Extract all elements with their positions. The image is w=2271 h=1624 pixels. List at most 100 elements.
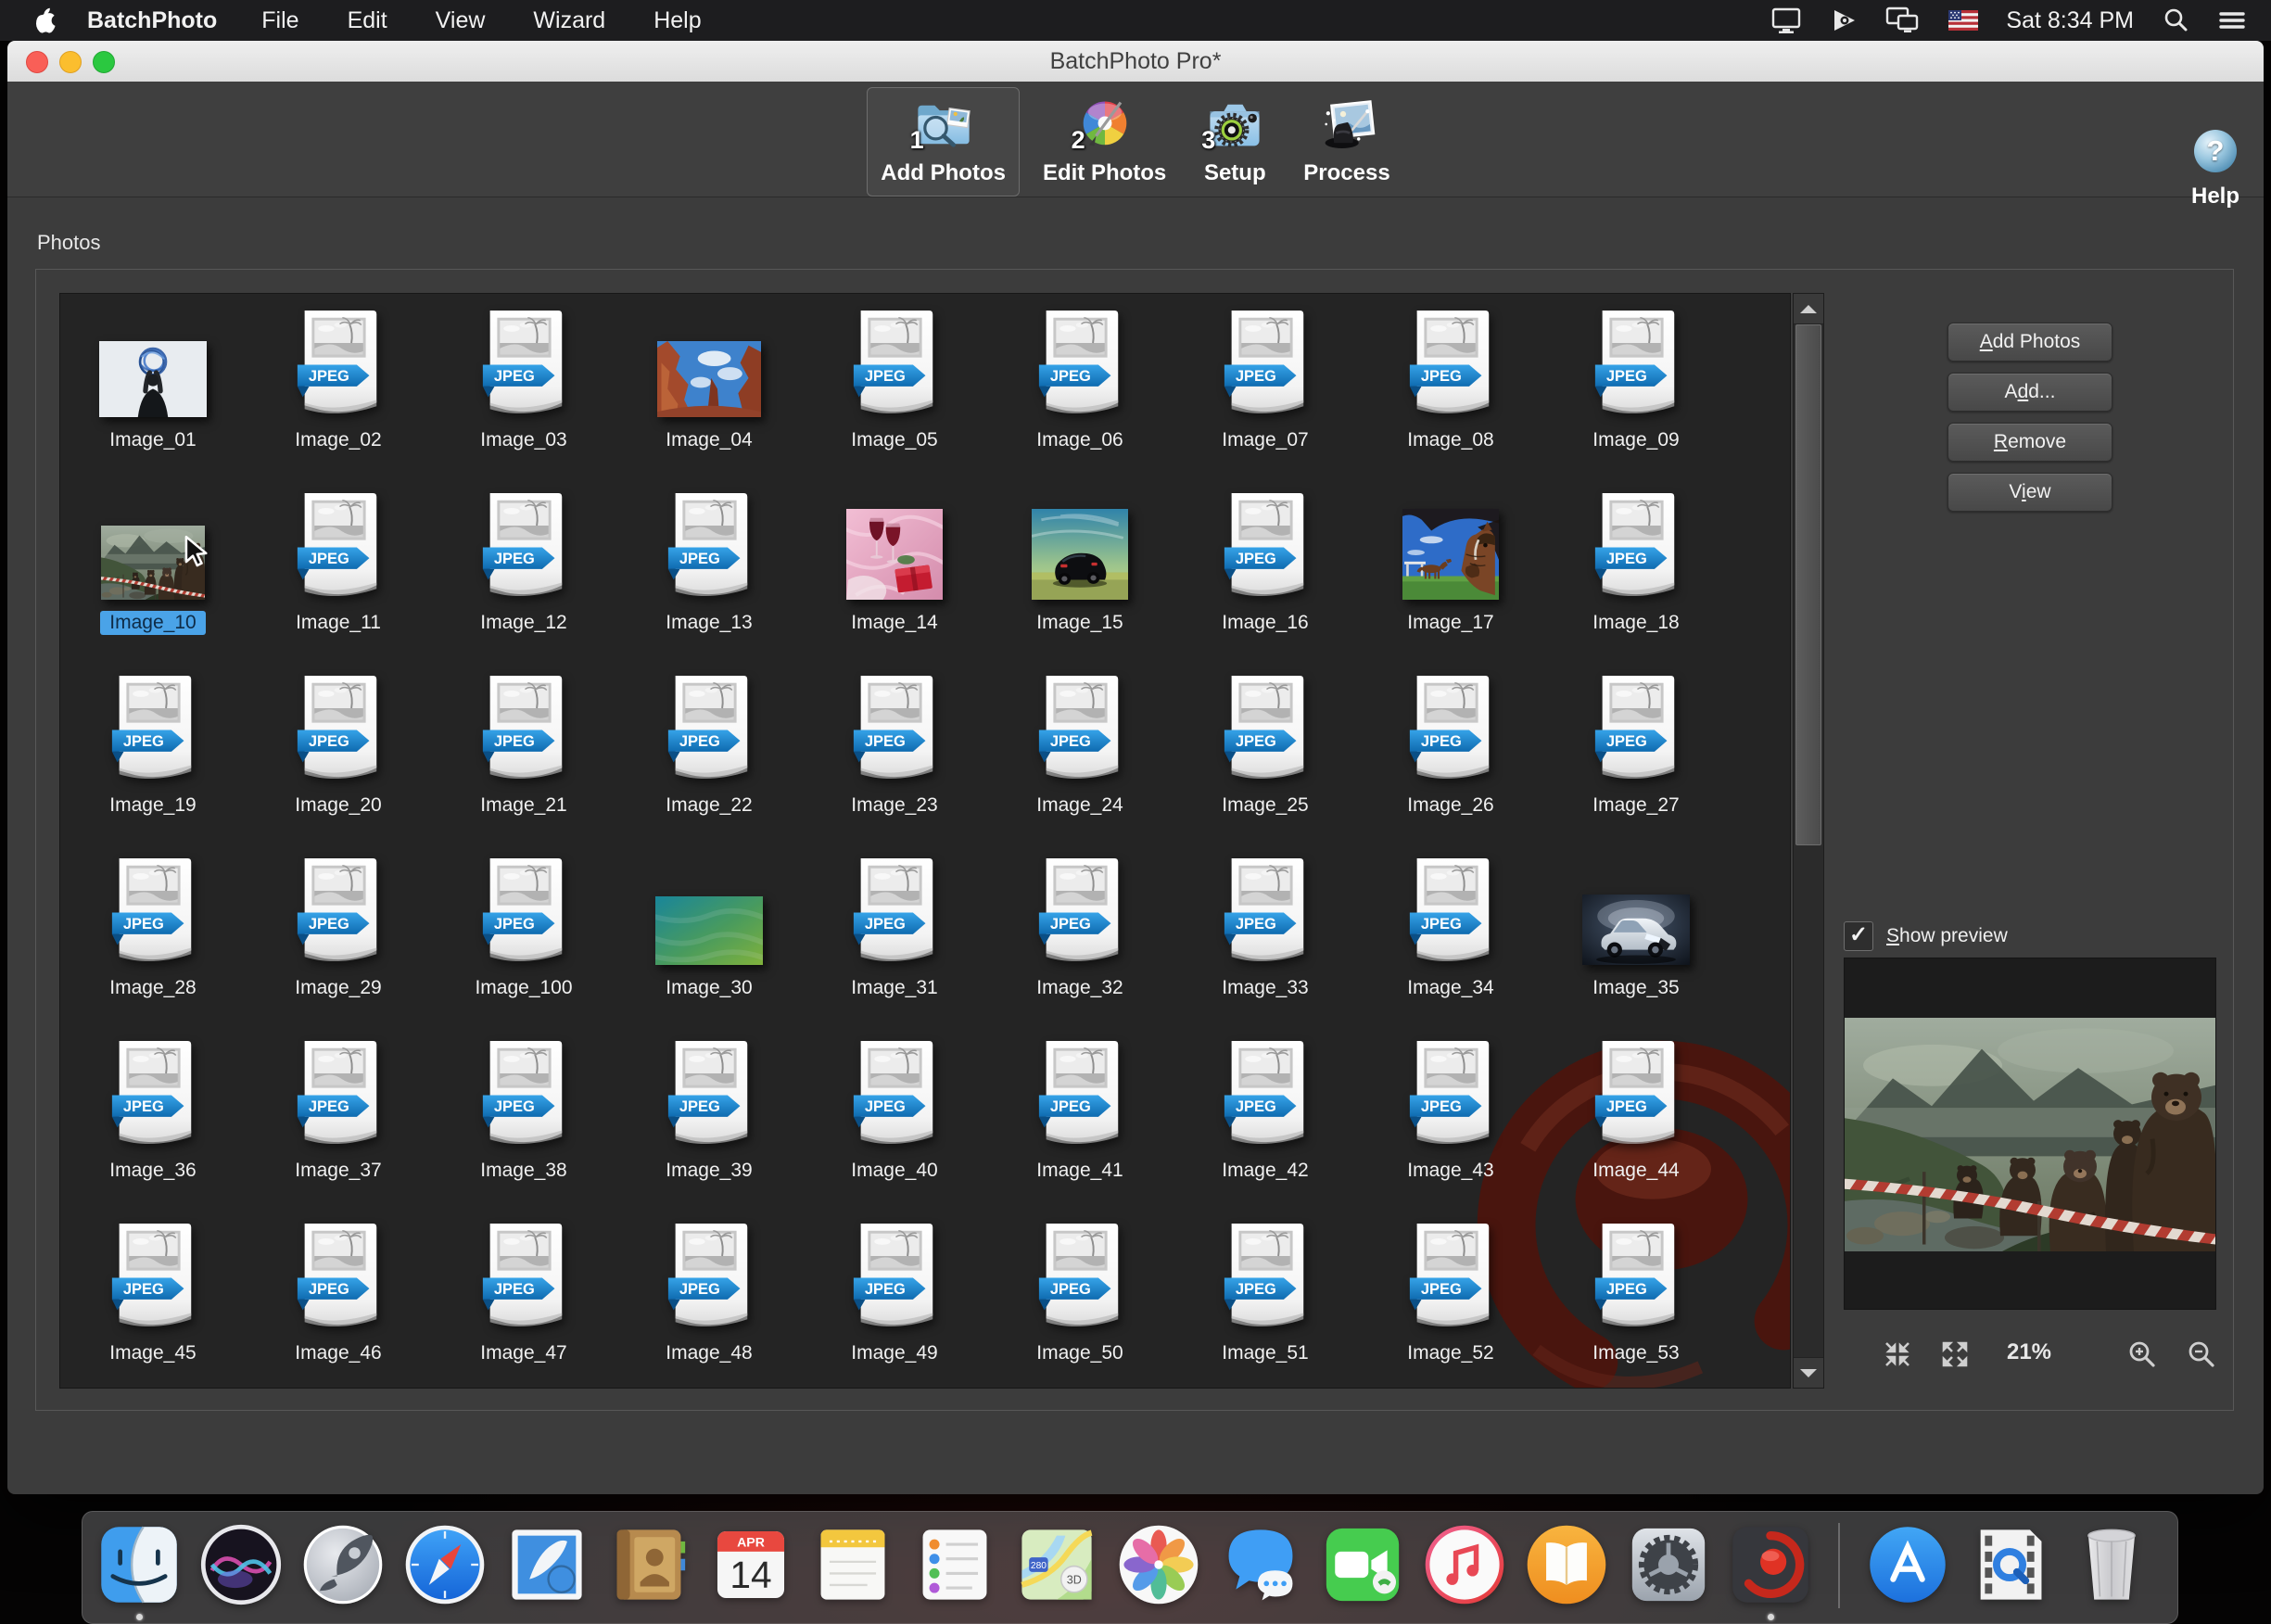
- photo-item-image-100[interactable]: Image_100: [431, 842, 616, 1024]
- photo-item-image-06[interactable]: Image_06: [987, 294, 1173, 476]
- photo-item-image-37[interactable]: Image_37: [246, 1024, 431, 1207]
- photo-item-image-38[interactable]: Image_38: [431, 1024, 616, 1207]
- dock-item-photos-icon[interactable]: [1115, 1521, 1202, 1608]
- dock-item-siri-icon[interactable]: [197, 1521, 285, 1608]
- menu-file[interactable]: File: [261, 7, 298, 34]
- photo-item-image-30[interactable]: Image_30: [616, 842, 802, 1024]
- grid-scrollbar[interactable]: [1793, 293, 1824, 1389]
- dock-item-facetime-icon[interactable]: [1319, 1521, 1406, 1608]
- dock-item-contacts-icon[interactable]: [605, 1521, 692, 1608]
- photo-item-image-16[interactable]: Image_16: [1173, 476, 1358, 659]
- photo-item-image-18[interactable]: Image_18: [1543, 476, 1729, 659]
- toolbar-help[interactable]: ? Help: [2191, 130, 2239, 209]
- menu-wizard[interactable]: Wizard: [533, 7, 605, 34]
- zoom-out-icon[interactable]: [2187, 1339, 2216, 1369]
- photo-item-image-49[interactable]: Image_49: [802, 1207, 987, 1389]
- photo-item-image-07[interactable]: Image_07: [1173, 294, 1358, 476]
- scrollbar-thumb[interactable]: [1795, 324, 1821, 845]
- photo-item-image-53[interactable]: Image_53: [1543, 1207, 1729, 1389]
- photo-item-image-19[interactable]: Image_19: [60, 659, 246, 842]
- photo-item-image-04[interactable]: Image_04: [616, 294, 802, 476]
- photo-item-image-33[interactable]: Image_33: [1173, 842, 1358, 1024]
- photo-item-image-15[interactable]: Image_15: [987, 476, 1173, 659]
- photo-item-image-48[interactable]: Image_48: [616, 1207, 802, 1389]
- photo-item-image-34[interactable]: Image_34: [1358, 842, 1543, 1024]
- photo-item-image-47[interactable]: Image_47: [431, 1207, 616, 1389]
- photo-item-image-50[interactable]: Image_50: [987, 1207, 1173, 1389]
- toolbar-item-setup[interactable]: 3 Setup: [1189, 87, 1280, 197]
- spotlight-icon[interactable]: [2162, 6, 2189, 34]
- photo-item-image-36[interactable]: Image_36: [60, 1024, 246, 1207]
- photo-item-image-20[interactable]: Image_20: [246, 659, 431, 842]
- photo-item-image-43[interactable]: Image_43: [1358, 1024, 1543, 1207]
- toolbar-item-process[interactable]: Process: [1289, 87, 1403, 197]
- minimize-button[interactable]: [59, 51, 82, 73]
- photo-item-image-29[interactable]: Image_29: [246, 842, 431, 1024]
- displays-icon[interactable]: [1885, 6, 1921, 34]
- photo-item-image-28[interactable]: Image_28: [60, 842, 246, 1024]
- photo-item-image-09[interactable]: Image_09: [1543, 294, 1729, 476]
- photo-item-image-52[interactable]: Image_52: [1358, 1207, 1543, 1389]
- dock-item-safari-icon[interactable]: [401, 1521, 488, 1608]
- apple-menu-icon[interactable]: [32, 6, 56, 34]
- photo-item-image-24[interactable]: Image_24: [987, 659, 1173, 842]
- zoom-fit-icon[interactable]: [1883, 1339, 1912, 1369]
- photo-item-image-42[interactable]: Image_42: [1173, 1024, 1358, 1207]
- photo-item-image-17[interactable]: Image_17: [1358, 476, 1543, 659]
- photo-item-image-39[interactable]: Image_39: [616, 1024, 802, 1207]
- photo-item-image-51[interactable]: Image_51: [1173, 1207, 1358, 1389]
- dock-item-messages-icon[interactable]: [1217, 1521, 1304, 1608]
- menu-edit[interactable]: Edit: [348, 7, 387, 34]
- dock-item-finder-icon[interactable]: [95, 1521, 183, 1608]
- dock-item-system-preferences-icon[interactable]: [1625, 1521, 1712, 1608]
- photo-item-image-46[interactable]: Image_46: [246, 1207, 431, 1389]
- menu-help[interactable]: Help: [653, 7, 701, 34]
- zoom-expand-icon[interactable]: [1940, 1339, 1970, 1369]
- photo-item-image-31[interactable]: Image_31: [802, 842, 987, 1024]
- menu-app-name[interactable]: BatchPhoto: [87, 7, 217, 34]
- menu-clock[interactable]: Sat 8:34 PM: [2006, 7, 2134, 34]
- photo-item-image-32[interactable]: Image_32: [987, 842, 1173, 1024]
- add-button[interactable]: Add...: [1947, 373, 2112, 412]
- photo-item-image-05[interactable]: Image_05: [802, 294, 987, 476]
- dock-item-batchphoto-icon[interactable]: [1727, 1521, 1814, 1608]
- show-preview-control[interactable]: ✓ Show preview: [1844, 921, 2008, 951]
- dock-item-calendar-icon[interactable]: APR14: [707, 1521, 794, 1608]
- photo-item-image-35[interactable]: Image_35: [1543, 842, 1729, 1024]
- dock-item-ibooks-icon[interactable]: [1523, 1521, 1610, 1608]
- photo-item-image-45[interactable]: Image_45: [60, 1207, 246, 1389]
- dock-item-trash-icon[interactable]: [2068, 1521, 2155, 1608]
- screen-record-icon[interactable]: [1830, 6, 1858, 34]
- dock-item-quicktime-icon[interactable]: [1966, 1521, 2053, 1608]
- close-button[interactable]: [26, 51, 48, 73]
- dock-item-app-store-icon[interactable]: [1864, 1521, 1951, 1608]
- photo-item-image-08[interactable]: Image_08: [1358, 294, 1543, 476]
- dock-item-maps-icon[interactable]: 2803D: [1013, 1521, 1100, 1608]
- photo-item-image-03[interactable]: Image_03: [431, 294, 616, 476]
- remove-button[interactable]: Remove: [1947, 423, 2112, 462]
- scroll-up-button[interactable]: [1794, 294, 1823, 324]
- photo-item-image-01[interactable]: Image_01: [60, 294, 246, 476]
- photo-item-image-21[interactable]: Image_21: [431, 659, 616, 842]
- zoom-button[interactable]: [93, 51, 115, 73]
- photo-item-image-25[interactable]: Image_25: [1173, 659, 1358, 842]
- photo-item-image-22[interactable]: Image_22: [616, 659, 802, 842]
- toolbar-item-add-photos[interactable]: 1 Add Photos: [867, 87, 1020, 197]
- dock-item-launchpad-icon[interactable]: [299, 1521, 387, 1608]
- photo-item-image-41[interactable]: Image_41: [987, 1024, 1173, 1207]
- photo-item-image-02[interactable]: Image_02: [246, 294, 431, 476]
- photo-item-image-23[interactable]: Image_23: [802, 659, 987, 842]
- menu-view[interactable]: View: [436, 7, 486, 34]
- toolbar-item-edit-photos[interactable]: 2 Edit Photos: [1029, 87, 1180, 197]
- title-bar[interactable]: BatchPhoto Pro*: [7, 41, 2264, 82]
- photo-item-image-14[interactable]: Image_14: [802, 476, 987, 659]
- photo-item-image-13[interactable]: Image_13: [616, 476, 802, 659]
- photo-item-image-10[interactable]: Image_10: [60, 476, 246, 659]
- dock-item-notes-icon[interactable]: [809, 1521, 896, 1608]
- zoom-in-icon[interactable]: [2127, 1339, 2157, 1369]
- photo-item-image-26[interactable]: Image_26: [1358, 659, 1543, 842]
- photo-item-image-11[interactable]: Image_11: [246, 476, 431, 659]
- dock-item-reminders-icon[interactable]: [911, 1521, 998, 1608]
- view-button[interactable]: View: [1947, 473, 2112, 512]
- add-photos-button[interactable]: Add Photos: [1947, 323, 2112, 362]
